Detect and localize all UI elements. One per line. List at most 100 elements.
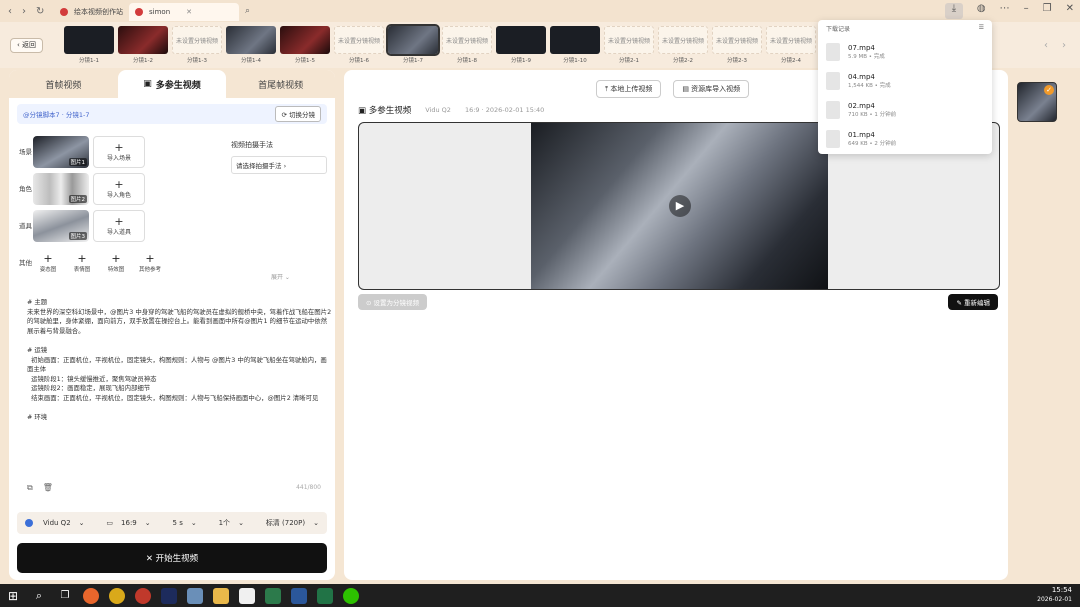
trash-icon[interactable]: 🗑 — [43, 483, 53, 493]
set-shot-video-button[interactable]: ⊙ 设置为分镜视频 — [358, 294, 428, 310]
browser-tab-2[interactable]: simon ✕ — [129, 3, 239, 21]
other-ref-button[interactable]: + 其他参考 — [135, 253, 165, 274]
result-thumbnail[interactable]: ✓ — [1017, 82, 1057, 122]
copy-icon[interactable]: ⧉ — [27, 483, 33, 493]
technique-select[interactable]: 请选择拍摄手法 › — [231, 156, 327, 174]
local-upload-button[interactable]: ⤒ 本地上传视频 — [596, 80, 662, 98]
plus-icon: + — [43, 252, 53, 265]
ratio-select[interactable]: ▭ 16:9 ⌄ — [106, 519, 150, 527]
back-button[interactable]: ‹ 返回 — [10, 38, 44, 53]
search-icon[interactable]: ⌕ — [31, 588, 47, 604]
re-edit-button[interactable]: ✎ 重新编辑 — [948, 294, 998, 310]
chevron-right-icon[interactable]: › — [1062, 40, 1066, 51]
asset-image[interactable]: 图片3 — [33, 210, 89, 242]
shot-label: 分镜2-4 — [781, 58, 801, 64]
shot-image: 未设置分镜视频 — [442, 26, 492, 54]
import-character-button[interactable]: + 导入角色 — [93, 173, 145, 205]
generate-video-button[interactable]: ✕ 开始生视频 — [17, 543, 327, 573]
browser-tab-1[interactable]: 绘本视频创作站 — [54, 3, 129, 21]
effect-ref-button[interactable]: + 特效图 — [101, 252, 131, 274]
app-icon[interactable] — [265, 587, 281, 604]
shot-label: 分镜2-2 — [673, 58, 693, 64]
prompt-textarea[interactable]: # 主题 未来世界的深空科幻场景中，@图片3 中身穿的驾驶飞船的驾驶员在虚拟的舰… — [27, 298, 333, 470]
shot-thumb[interactable]: 未设置分镜视频 分镜1-6 — [334, 26, 384, 64]
menu-icon[interactable]: ⋯ — [1000, 3, 1010, 19]
forward-icon[interactable]: › — [22, 6, 26, 17]
photoshop-icon[interactable] — [161, 587, 177, 604]
download-icon[interactable]: ⤓ — [944, 3, 963, 19]
shot-thumb[interactable]: 分镜1-1 — [64, 26, 114, 64]
download-item[interactable]: 04.mp4 1,544 KB • 完成 — [818, 66, 992, 95]
other-label: 姿态图 — [39, 267, 57, 273]
other-label: 其他参考 — [138, 267, 161, 273]
shot-thumb[interactable]: 未设置分镜视频 分镜1-3 — [172, 26, 222, 64]
expand-toggle[interactable]: 展开 ⌄ — [271, 272, 290, 281]
duration-select[interactable]: 5 s ⌄ — [173, 519, 197, 527]
app-icon[interactable] — [187, 587, 203, 604]
shot-thumb[interactable]: 分镜1-10 — [550, 26, 600, 64]
chrome-icon[interactable] — [109, 587, 125, 604]
tab-first-last-frame[interactable]: 首尾帧视频 — [226, 70, 335, 98]
import-scene-button[interactable]: + 导入场景 — [93, 136, 145, 168]
shot-thumb[interactable]: 未设置分镜视频 分镜2-3 — [712, 26, 762, 64]
list-icon[interactable]: ☰ — [979, 24, 984, 33]
refresh-icon[interactable]: ↻ — [36, 6, 44, 17]
shot-thumb[interactable]: 分镜1-4 — [226, 26, 276, 64]
shot-thumb[interactable]: 未设置分镜视频 分镜2-2 — [658, 26, 708, 64]
check-icon: ✓ — [1044, 85, 1054, 95]
shot-thumb[interactable]: 未设置分镜视频 分镜1-8 — [442, 26, 492, 64]
shot-thumb[interactable]: 分镜1-7 — [386, 24, 440, 64]
char-count: 441/800 — [296, 484, 321, 491]
search-icon[interactable]: ⌕ — [245, 6, 250, 16]
download-item[interactable]: 07.mp4 5.9 MB • 完成 — [818, 37, 992, 66]
word-icon[interactable] — [291, 587, 307, 604]
chevron-left-icon[interactable]: ‹ — [1044, 40, 1048, 51]
download-item[interactable]: 01.mp4 649 KB • 2 分钟前 — [818, 124, 992, 153]
task-view-icon[interactable]: ❐ — [57, 588, 73, 604]
tab-multi-ref[interactable]: ▣ 多参生视频 — [117, 70, 227, 98]
notepad-icon[interactable] — [239, 587, 255, 604]
windows-start-icon[interactable]: ⊞ — [5, 588, 21, 604]
expression-ref-button[interactable]: + 表情图 — [67, 253, 97, 274]
quality-value: 标清 (720P) — [265, 519, 306, 527]
asset-image[interactable]: 图片2 — [33, 173, 89, 205]
play-icon[interactable]: ▶ — [669, 195, 691, 217]
asset-category: 其他 — [19, 258, 32, 267]
excel-icon[interactable] — [317, 587, 333, 604]
model-select[interactable]: Vidu Q2 ⌄ — [25, 519, 85, 527]
close-icon[interactable]: ✕ — [1066, 3, 1074, 19]
wechat-icon[interactable] — [343, 587, 359, 604]
minimize-icon[interactable]: – — [1024, 3, 1029, 19]
asset-tag: 图片1 — [68, 158, 87, 166]
import-prop-button[interactable]: + 导入道具 — [93, 210, 145, 242]
shot-thumb[interactable]: 未设置分镜视频 分镜2-1 — [604, 26, 654, 64]
pose-ref-button[interactable]: + 姿态图 — [33, 252, 63, 274]
download-item[interactable]: 02.mp4 710 KB • 1 分钟前 — [818, 95, 992, 124]
download-panel: 下载记录 ☰ 07.mp4 5.9 MB • 完成 04.mp4 1,544 KB •… — [818, 20, 992, 154]
asset-image[interactable]: 图片1 — [33, 136, 89, 168]
app-icon[interactable] — [135, 587, 151, 604]
shot-thumb[interactable]: 分镜1-2 — [118, 26, 168, 64]
count-select[interactable]: 1个 ⌄ — [219, 518, 244, 528]
asset-category: 场景 — [19, 147, 32, 156]
globe-icon[interactable]: ◍ — [977, 3, 986, 19]
switch-shot-button[interactable]: ⟳ 切换分镜 — [275, 106, 321, 122]
firefox-icon[interactable] — [83, 587, 99, 604]
plus-icon: + — [111, 252, 121, 265]
shot-thumb[interactable]: 未设置分镜视频 分镜2-4 — [766, 26, 816, 64]
maximize-icon[interactable]: ❐ — [1043, 3, 1052, 19]
tab-first-frame[interactable]: 首帧视频 — [9, 70, 118, 98]
shot-thumb[interactable]: 分镜1-5 — [280, 26, 330, 64]
shot-thumb[interactable]: 分镜1-9 — [496, 26, 546, 64]
library-import-button[interactable]: ▤ 资源库导入视频 — [673, 80, 750, 98]
back-icon[interactable]: ‹ — [8, 6, 12, 17]
browser-chrome: ‹ › ↻ 绘本视频创作站 simon ✕ ⌕ ⤓ ◍ ⋯ – ❐ ✕ — [0, 0, 1080, 22]
shot-info-bar: @分镜脚本7 · 分镜1-7 ⟳ 切换分镜 — [17, 104, 327, 124]
quality-select[interactable]: 标清 (720P) ⌄ — [266, 518, 319, 528]
file-icon — [826, 42, 840, 61]
folder-icon[interactable] — [213, 587, 229, 604]
plus-icon: + — [114, 215, 124, 228]
mode-tabs: 首帧视频 ▣ 多参生视频 首尾帧视频 — [9, 70, 335, 98]
download-text: 02.mp4 710 KB • 1 分钟前 — [848, 102, 896, 118]
tab-close-icon[interactable]: ✕ — [186, 8, 192, 16]
